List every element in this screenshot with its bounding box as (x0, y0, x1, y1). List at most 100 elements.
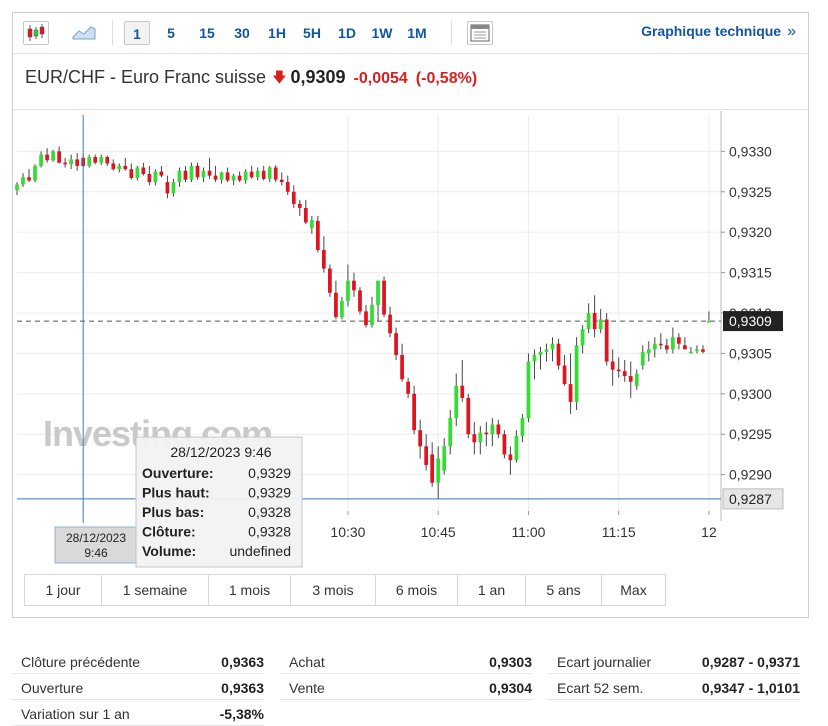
candle (442, 438, 447, 475)
crosshair-date-label: 28/12/2023 (66, 531, 126, 545)
technical-chart-link[interactable]: Graphique technique » (641, 23, 796, 41)
interval-1-button[interactable]: 1 (124, 21, 150, 45)
candle-body (677, 337, 681, 344)
stat-label: Clôture précédente (21, 654, 141, 670)
candle-body (460, 385, 465, 398)
candle (213, 165, 218, 183)
stat-row: Ecart 52 sem. 0,9347 - 1,0101 (548, 674, 800, 700)
chart-toolbar: 1 5 15 30 1H 5H 1D 1W 1M Graphique technique » (13, 13, 808, 54)
candle-body (695, 349, 699, 351)
fullscreen-chart-icon[interactable] (467, 21, 493, 45)
candlestick-chart[interactable]: Investing.com0,93300,93250,93200,93150,9… (13, 111, 808, 571)
area-chart-icon[interactable] (71, 21, 97, 45)
tooltip-date: 28/12/2023 9:46 (170, 444, 271, 460)
candle (526, 353, 531, 423)
stat-value: 0,9363 (221, 680, 264, 696)
stats-column-1: Clôture précédente 0,9363 Ouverture 0,9363 V… (12, 648, 264, 726)
y-tick-label: 0,9330 (729, 143, 772, 159)
candle-body (598, 319, 603, 330)
candle-body (346, 280, 350, 301)
candle-body (255, 170, 260, 178)
candle-body (340, 300, 344, 318)
candle (123, 157, 128, 171)
double-chevron-right-icon: » (787, 23, 796, 40)
candle-body (99, 157, 104, 163)
candle (129, 163, 134, 180)
stat-row: Clôture précédente 0,9363 (12, 648, 264, 674)
candle (45, 148, 49, 163)
range-button[interactable]: Max (602, 575, 665, 605)
range-button[interactable]: 1 an (458, 575, 526, 605)
candlestick-chart-icon[interactable] (23, 21, 49, 45)
candle-body (63, 162, 68, 165)
candle-body (568, 384, 573, 402)
candle-body (315, 220, 320, 250)
stat-label: Ecart 52 sem. (557, 680, 644, 696)
candle (346, 264, 350, 307)
tooltip-value: 0,9329 (248, 465, 291, 481)
candle (394, 327, 398, 360)
price-change: -0,0054 (353, 70, 408, 87)
candle (689, 346, 693, 354)
tooltip-value: 0,9329 (248, 485, 291, 501)
interval-5-button[interactable]: 5 (158, 21, 184, 45)
candle (105, 155, 110, 166)
interval-1w-button[interactable]: 1W (368, 21, 396, 45)
candle-body (592, 313, 597, 330)
candle (165, 175, 170, 199)
time-range-selector: 1 jour 1 semaine 1 mois 3 mois 6 mois 1 an 5 a… (24, 574, 666, 606)
tooltip-value: 0,9328 (248, 524, 291, 540)
stat-label: Variation sur 1 an (21, 706, 130, 722)
candle-body (484, 432, 489, 435)
candle (466, 393, 471, 439)
range-button[interactable]: 1 semaine (102, 575, 209, 605)
candle-body (75, 159, 80, 166)
interval-5h-button[interactable]: 5H (298, 21, 326, 45)
candle (670, 327, 675, 354)
candle (412, 385, 416, 435)
quote-header: EUR/CHF - Euro Franc suisse 🡇 0,9309 -0,005… (25, 67, 477, 92)
candle (207, 157, 212, 179)
range-button[interactable]: 3 mois (291, 575, 376, 605)
interval-30-button[interactable]: 30 (228, 21, 256, 45)
interval-15-button[interactable]: 15 (193, 21, 221, 45)
candle-body (664, 345, 669, 350)
candle (400, 343, 404, 382)
candle-body (195, 165, 200, 178)
candle (147, 165, 152, 186)
candle-body (21, 177, 25, 185)
candle (135, 165, 140, 181)
range-button[interactable]: 5 ans (526, 575, 602, 605)
candle (490, 418, 495, 447)
stat-label: Achat (289, 654, 325, 670)
interval-1d-button[interactable]: 1D (333, 21, 361, 45)
candle (478, 426, 483, 455)
candle-body (153, 171, 158, 183)
stat-row: Vente 0,9304 (280, 674, 532, 700)
range-button[interactable]: 1 mois (209, 575, 291, 605)
candle-body (231, 175, 236, 181)
candle-body (701, 349, 705, 352)
candle-body (322, 249, 326, 269)
candle-body (267, 167, 272, 179)
candle (75, 152, 80, 171)
candle-body (520, 418, 525, 436)
candle (358, 287, 362, 315)
candle (484, 422, 489, 447)
candle-body (388, 314, 392, 334)
candle-body (334, 292, 338, 318)
candle (646, 341, 651, 362)
candle-body (586, 313, 591, 330)
range-button[interactable]: 6 mois (376, 575, 458, 605)
stat-row: Ecart journalier 0,9287 - 0,9371 (548, 648, 800, 674)
interval-1m-button[interactable]: 1M (403, 21, 431, 45)
candle-body (646, 349, 651, 354)
candle (171, 178, 176, 197)
interval-1h-button[interactable]: 1H (263, 21, 291, 45)
range-button[interactable]: 1 jour (25, 575, 102, 605)
tooltip-value: undefined (229, 543, 291, 559)
candle (261, 165, 266, 181)
candle (556, 338, 561, 370)
stat-row: Ouverture 0,9363 (12, 674, 264, 700)
candle-body (297, 203, 302, 208)
